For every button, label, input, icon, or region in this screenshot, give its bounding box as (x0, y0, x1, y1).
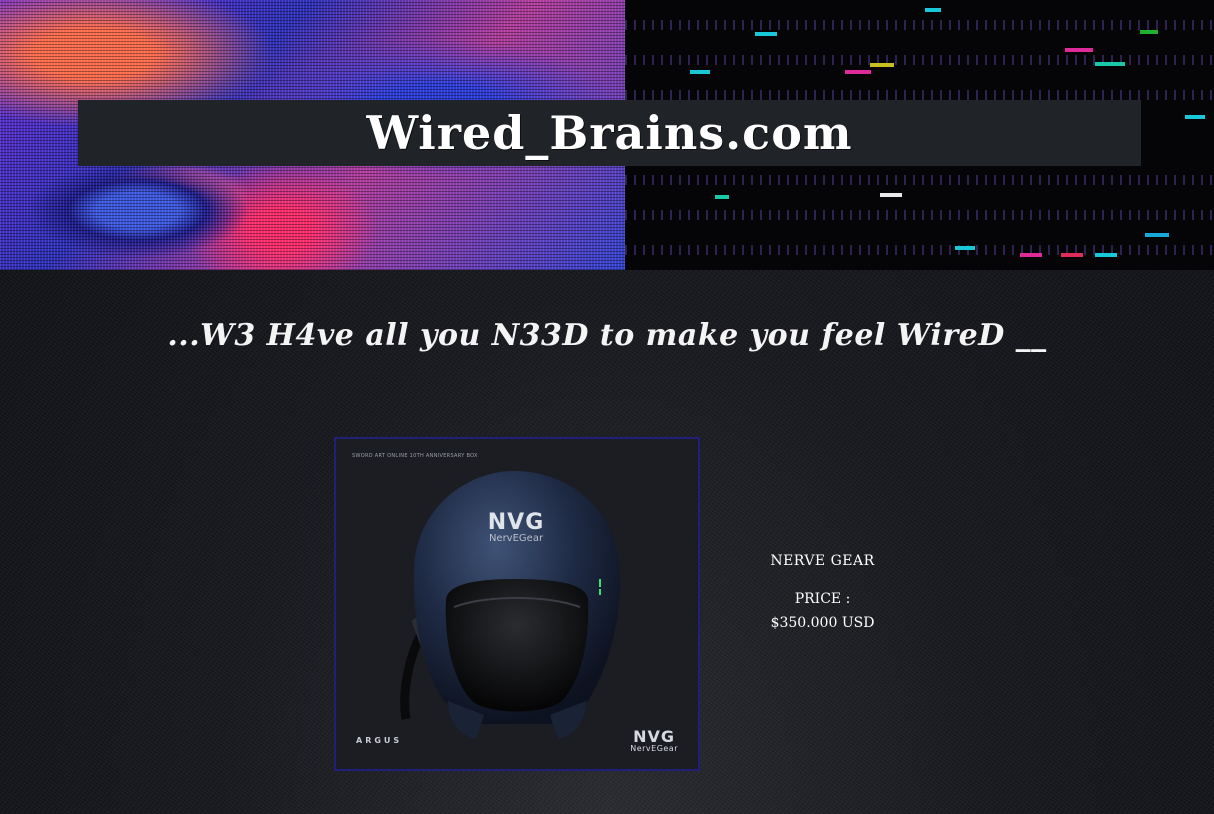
hero-banner: Wired_Brains.com (0, 0, 1214, 270)
tagline: ...W3 H4ve all you N33D to make you feel… (167, 318, 1047, 353)
page: Wired_Brains.com ...W3 H4ve all you N33D… (0, 0, 1214, 814)
brand-right-small: NervEGear (630, 744, 678, 753)
product-name[interactable]: NERVE GEAR (740, 553, 905, 569)
price-value: $350.000 USD (770, 615, 875, 631)
site-title-bar: Wired_Brains.com (78, 100, 1141, 166)
helmet-illustration: NVG NervEGear (400, 471, 621, 739)
product-image[interactable]: SWORD ART ONLINE 10TH ANNIVERSARY BOX NV… (334, 437, 700, 771)
brand-right-logo: NVG NervEGear (630, 729, 678, 753)
helmet-logo-big: NVG (488, 510, 545, 535)
site-title[interactable]: Wired_Brains.com (366, 106, 852, 160)
product-info: NERVE GEAR PRICE : $350.000 USD (740, 553, 905, 635)
brand-left-logo: ARGUS (356, 736, 403, 745)
brand-right-big: NVG (633, 727, 676, 746)
price-label: PRICE : (794, 591, 851, 607)
helmet-logo-small: NervEGear (489, 533, 544, 544)
